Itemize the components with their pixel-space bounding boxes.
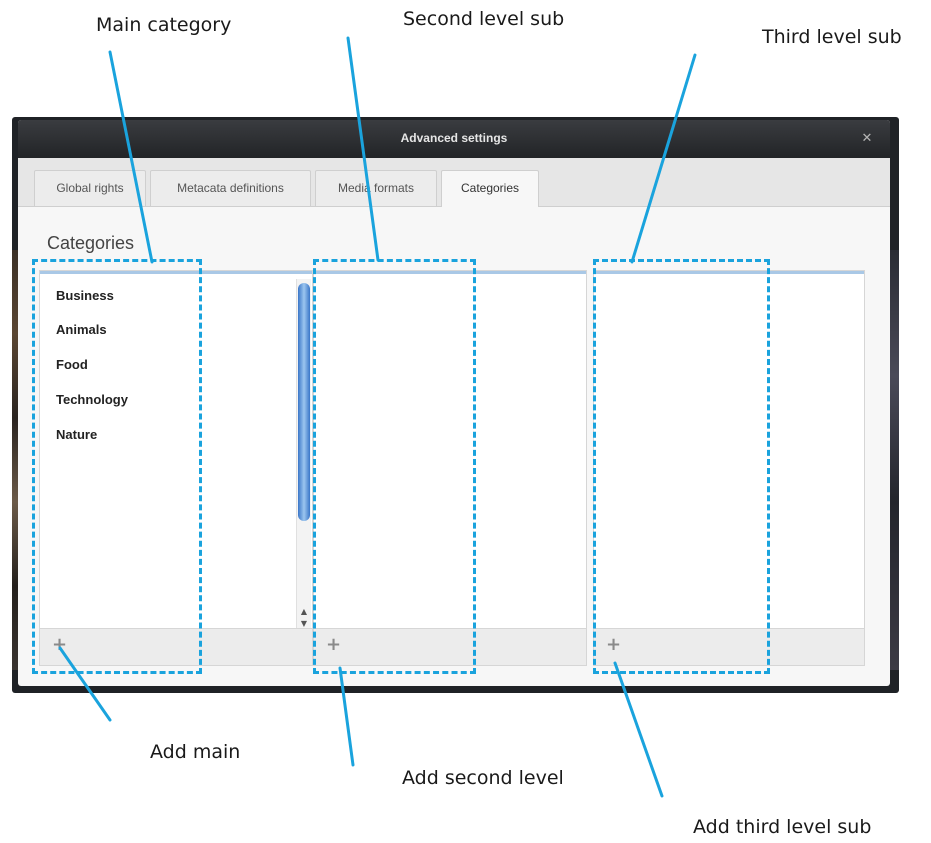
annotation-pointer-lines [58,36,697,798]
